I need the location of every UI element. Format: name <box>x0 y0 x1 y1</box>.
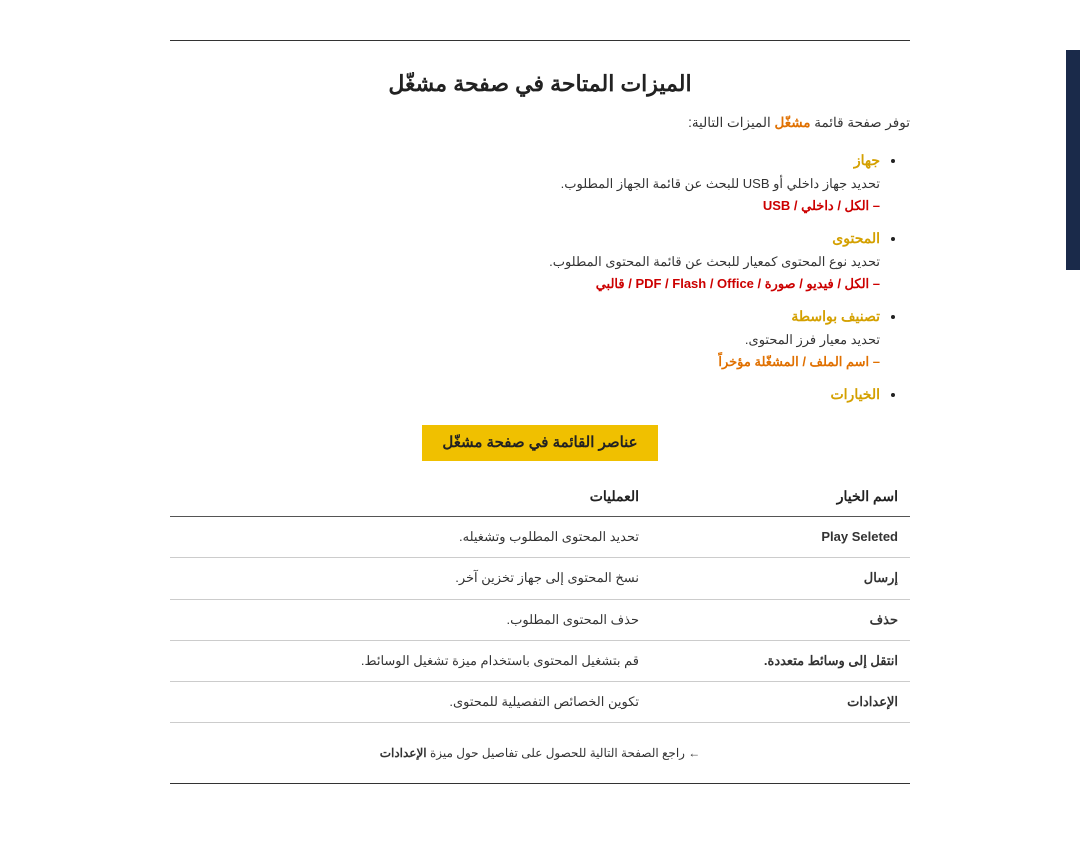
table-row: إرسال نسخ المحتوى إلى جهاز تخزين آخر. <box>170 558 910 599</box>
table-header: اسم الخيار العمليات <box>170 477 910 517</box>
row-ops-send: نسخ المحتوى إلى جهاز تخزين آخر. <box>170 558 651 599</box>
intro-paragraph: توفر صفحة قائمة مشغّل الميزات التالية: <box>170 112 910 135</box>
feature-sub-device: – الكل / داخلي / USB <box>170 195 880 217</box>
col-header-name: اسم الخيار <box>651 477 910 517</box>
feature-title-device: جهاز <box>854 152 880 168</box>
row-ops-multimedia: قم بتشغيل المحتوى باستخدام ميزة تشغيل ال… <box>170 640 651 681</box>
intro-text-after: الميزات التالية: <box>688 115 771 130</box>
row-name-play: Play Seleted <box>651 517 910 558</box>
table-row: انتقل إلى وسائط متعددة. قم بتشغيل المحتو… <box>170 640 910 681</box>
row-ops-delete: حذف المحتوى المطلوب. <box>170 599 651 640</box>
feature-title-options: الخيارات <box>830 386 880 402</box>
col-header-ops: العمليات <box>170 477 651 517</box>
section-heading-box: عناصر القائمة في صفحة مشغّل <box>422 425 657 461</box>
intro-text-before: توفر صفحة قائمة <box>814 115 910 130</box>
sub-red-device: – الكل / داخلي / USB <box>763 198 880 213</box>
feature-item-device: جهاز تحديد جهاز داخلي أو USB للبحث عن قا… <box>170 149 880 217</box>
features-table: اسم الخيار العمليات Play Seleted تحديد ا… <box>170 477 910 723</box>
feature-sub-content: – الكل / فيديو / صورة / PDF / Flash / Of… <box>170 273 880 295</box>
right-accent-bar <box>1066 50 1080 270</box>
ref-bold-settings: الإعدادات <box>380 746 427 760</box>
page-wrapper: الميزات المتاحة في صفحة مشغّل توفر صفحة … <box>110 0 970 844</box>
section-heading-text: عناصر القائمة في صفحة مشغّل <box>442 434 637 451</box>
row-ops-settings: تكوين الخصائص التفصيلية للمحتوى. <box>170 681 651 722</box>
top-divider <box>170 40 910 41</box>
feature-item-options: الخيارات <box>170 383 880 407</box>
feature-title-sort: تصنيف بواسطة <box>791 308 880 324</box>
bottom-divider <box>170 783 910 784</box>
row-name-send: إرسال <box>651 558 910 599</box>
row-name-multimedia: انتقل إلى وسائط متعددة. <box>651 640 910 681</box>
feature-desc-content: تحديد نوع المحتوى كمعيار للبحث عن قائمة … <box>170 251 880 273</box>
table-row: الإعدادات تكوين الخصائص التفصيلية للمحتو… <box>170 681 910 722</box>
feature-sub-sort: – اسم الملف / المشغّلة مؤخراً <box>170 351 880 373</box>
page-title: الميزات المتاحة في صفحة مشغّل <box>170 65 910 102</box>
feature-item-content: المحتوى تحديد نوع المحتوى كمعيار للبحث ع… <box>170 227 880 295</box>
bottom-reference: ← راجع الصفحة التالية للحصول على تفاصيل … <box>170 743 910 763</box>
row-name-delete: حذف <box>651 599 910 640</box>
table-header-row: اسم الخيار العمليات <box>170 477 910 517</box>
table-body: Play Seleted تحديد المحتوى المطلوب وتشغي… <box>170 517 910 722</box>
feature-desc-sort: تحديد معيار فرز المحتوى. <box>170 329 880 351</box>
feature-desc-device: تحديد جهاز داخلي أو USB للبحث عن قائمة ا… <box>170 173 880 195</box>
feature-title-content: المحتوى <box>832 230 880 246</box>
table-row: حذف حذف المحتوى المطلوب. <box>170 599 910 640</box>
feature-item-sort: تصنيف بواسطة تحديد معيار فرز المحتوى. – … <box>170 305 880 373</box>
intro-highlight: مشغّل <box>774 115 810 130</box>
features-list: جهاز تحديد جهاز داخلي أو USB للبحث عن قا… <box>170 149 910 407</box>
row-name-settings: الإعدادات <box>651 681 910 722</box>
sub-orange-sort: – اسم الملف / المشغّلة مؤخراً <box>718 354 880 369</box>
row-ops-play: تحديد المحتوى المطلوب وتشغيله. <box>170 517 651 558</box>
table-row: Play Seleted تحديد المحتوى المطلوب وتشغي… <box>170 517 910 558</box>
sub-red-content: – الكل / فيديو / صورة / PDF / Flash / Of… <box>596 276 880 291</box>
